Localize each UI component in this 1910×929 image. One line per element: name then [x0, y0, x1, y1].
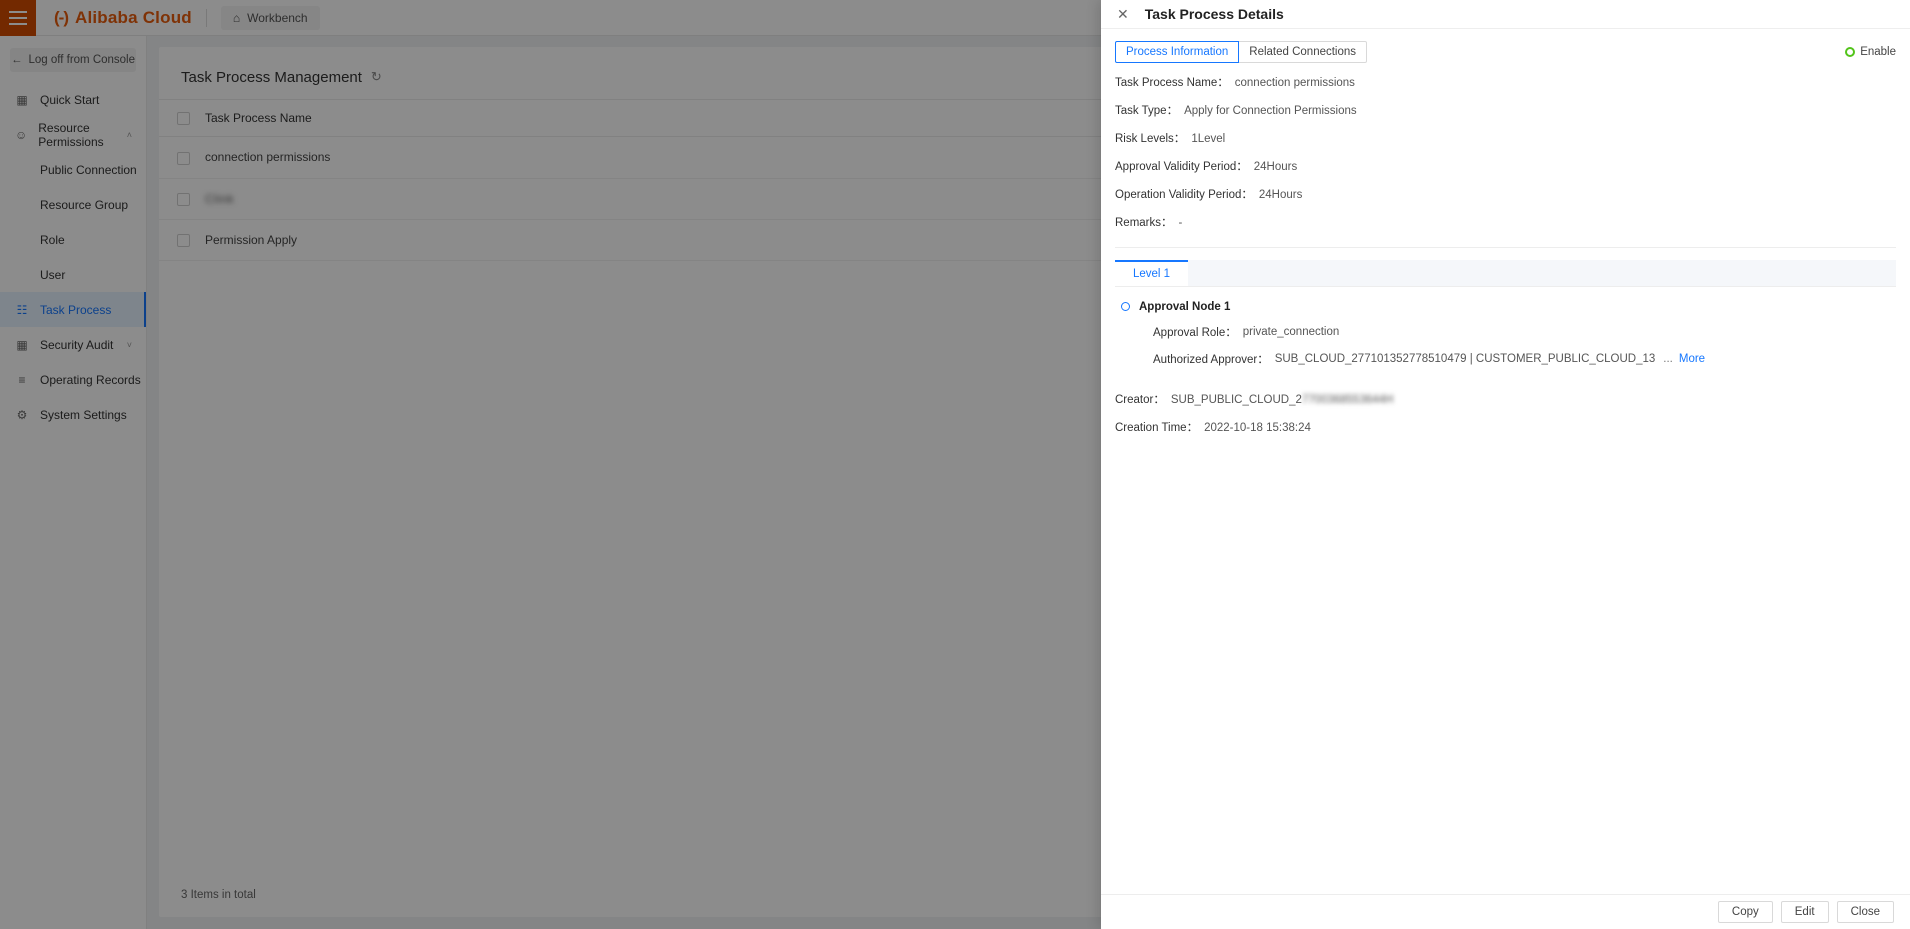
approval-node: Approval Node 1 Approval Role： private_co…	[1115, 301, 1896, 367]
approval-role-label: Approval Role：	[1153, 326, 1237, 339]
field-approval-validity-period: Approval Validity Period： 24Hours	[1115, 160, 1896, 175]
close-button[interactable]: Close	[1836, 901, 1894, 923]
drawer-title: Task Process Details	[1144, 6, 1284, 22]
field-label: Approval Validity Period：	[1115, 160, 1248, 173]
field-label: Creator：	[1115, 393, 1165, 406]
drawer-tabs: Process Information Related Connections	[1115, 41, 1368, 63]
drawer-body: Process Information Related Connections …	[1101, 29, 1910, 894]
approval-node-title: Approval Node 1	[1139, 300, 1231, 313]
field-label: Remarks：	[1115, 216, 1173, 229]
field-value: -	[1178, 216, 1183, 229]
close-icon[interactable]: ✕	[1117, 7, 1129, 21]
level-tabs-filler	[1188, 259, 1896, 286]
field-value: SUB_PUBLIC_CLOUD_2	[1170, 393, 1302, 406]
status-label: Enable	[1860, 46, 1896, 58]
field-label: Risk Levels：	[1115, 132, 1186, 145]
drawer-header: ✕ Task Process Details	[1101, 0, 1910, 29]
approval-role-row: Approval Role： private_connection	[1121, 324, 1896, 340]
field-label: Creation Time：	[1115, 421, 1199, 434]
field-operation-validity-period: Operation Validity Period： 24Hours	[1115, 188, 1896, 203]
approval-role-value: private_connection	[1242, 325, 1340, 338]
field-value: 2022-10-18 15:38:24	[1204, 421, 1311, 434]
field-task-type: Task Type： Apply for Connection Permissio…	[1115, 104, 1896, 119]
edit-button[interactable]: Edit	[1780, 901, 1829, 923]
authorized-approver-row: Authorized Approver： SUB_CLOUD_2771013527…	[1121, 351, 1896, 367]
field-value: connection permissions	[1234, 77, 1355, 89]
authorized-approver-label: Authorized Approver：	[1153, 353, 1269, 366]
drawer-footer: Copy Edit Close	[1101, 894, 1910, 929]
authorized-approver-value: SUB_CLOUD_277101352778510479 | CUSTOMER_…	[1274, 352, 1656, 365]
field-remarks: Remarks： -	[1115, 216, 1896, 231]
tab-process-information[interactable]: Process Information	[1115, 41, 1240, 63]
copy-button[interactable]: Copy	[1717, 901, 1773, 923]
field-creator: Creator： SUB_PUBLIC_CLOUD_27700368553644H	[1115, 393, 1896, 408]
approval-node-header: Approval Node 1	[1121, 301, 1896, 313]
field-creation-time: Creation Time： 2022-10-18 15:38:24	[1115, 421, 1896, 436]
approver-ellipsis: ...	[1663, 352, 1673, 365]
task-process-details-drawer: ✕ Task Process Details Process Informati…	[1101, 0, 1910, 929]
field-risk-levels: Risk Levels： 1Level	[1115, 132, 1896, 147]
redacted-creator-suffix: 7700368553644H	[1301, 393, 1394, 406]
field-value: 24Hours	[1258, 188, 1303, 201]
field-label: Task Process Name：	[1115, 77, 1229, 89]
check-circle-icon	[1845, 47, 1856, 57]
field-label: Operation Validity Period：	[1115, 188, 1253, 201]
section-divider	[1115, 246, 1896, 248]
field-value: Apply for Connection Permissions	[1184, 104, 1357, 117]
circle-outline-icon	[1121, 302, 1130, 312]
tab-related-connections[interactable]: Related Connections	[1239, 41, 1368, 63]
field-label: Task Type：	[1115, 104, 1179, 117]
field-task-process-name: Task Process Name： connection permissions	[1115, 76, 1896, 91]
field-value: 1Level	[1191, 132, 1226, 145]
drawer-tail: Creator： SUB_PUBLIC_CLOUD_27700368553644H…	[1115, 393, 1896, 436]
tab-level-1[interactable]: Level 1	[1115, 259, 1189, 286]
level-tabs: Level 1	[1115, 259, 1896, 287]
drawer-tabs-row: Process Information Related Connections …	[1115, 41, 1896, 63]
field-value: 24Hours	[1253, 160, 1298, 173]
status-badge: Enable	[1845, 46, 1896, 58]
more-link[interactable]: More	[1679, 353, 1705, 365]
